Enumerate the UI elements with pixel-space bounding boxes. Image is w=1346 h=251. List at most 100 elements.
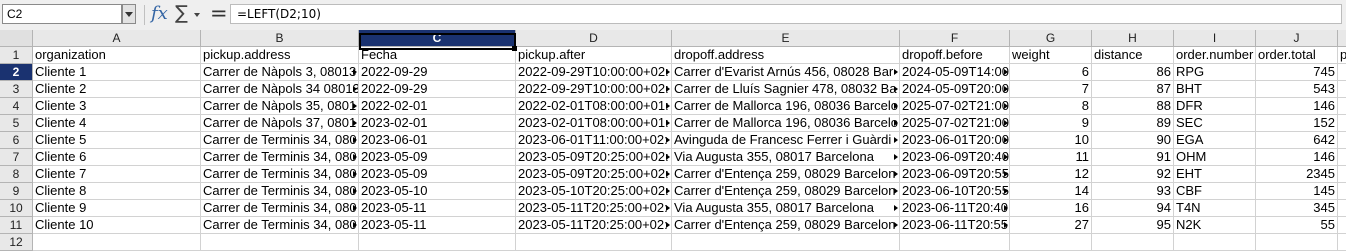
spreadsheet-cell[interactable]: Carrer de Mallorca 196, 08036 Barcelo (672, 115, 900, 132)
spreadsheet-cell[interactable]: 642 (1256, 132, 1338, 149)
spreadsheet-cell[interactable]: SEC (1174, 115, 1256, 132)
spreadsheet-cell[interactable] (1338, 98, 1346, 115)
spreadsheet-cell[interactable]: 14 (1010, 183, 1092, 200)
spreadsheet-cell[interactable]: Carrer d'Entença 259, 08029 Barcelon (672, 183, 900, 200)
spreadsheet-cell[interactable]: Cliente 4 (33, 115, 201, 132)
spreadsheet-cell[interactable]: 12 (1010, 166, 1092, 183)
spreadsheet-cell[interactable] (359, 234, 516, 251)
spreadsheet-cell[interactable]: Carrer de Mallorca 196, 08036 Barcelo (672, 98, 900, 115)
spreadsheet-cell[interactable]: Via Augusta 355, 08017 Barcelona (672, 200, 900, 217)
spreadsheet-cell[interactable]: Avinguda de Francesc Ferrer i Guàrdi (672, 132, 900, 149)
sum-icon[interactable]: ∑ (175, 2, 188, 24)
spreadsheet-cell[interactable]: Cliente 9 (33, 200, 201, 217)
spreadsheet-cell[interactable]: distance (1092, 47, 1174, 64)
spreadsheet-cell[interactable]: organization (33, 47, 201, 64)
column-header-d[interactable]: D (516, 30, 672, 47)
sum-dropdown-icon[interactable] (194, 13, 200, 17)
spreadsheet-cell[interactable]: 2023-06-01T11:00:00+02: (516, 132, 672, 149)
spreadsheet-cell[interactable]: 8 (1010, 98, 1092, 115)
spreadsheet-cell[interactable]: 2022-02-01T08:00:00+01: (516, 98, 672, 115)
spreadsheet-cell[interactable]: 2345 (1256, 166, 1338, 183)
spreadsheet-cell[interactable]: 2025-07-02T21:00 (900, 115, 1010, 132)
spreadsheet-cell[interactable]: 2023-06-09T20:55 (900, 166, 1010, 183)
spreadsheet-cell[interactable] (33, 234, 201, 251)
spreadsheet-cell[interactable]: DFR (1174, 98, 1256, 115)
spreadsheet-cell[interactable]: N2K (1174, 217, 1256, 234)
spreadsheet-cell[interactable]: dropoff.before (900, 47, 1010, 64)
spreadsheet-cell[interactable]: 16 (1010, 200, 1092, 217)
spreadsheet-cell[interactable]: 146 (1256, 149, 1338, 166)
select-all-corner[interactable] (0, 30, 33, 47)
row-header[interactable]: 8 (0, 166, 33, 183)
row-header[interactable]: 6 (0, 132, 33, 149)
spreadsheet-cell[interactable]: Carrer de Terminis 34, 080 (201, 200, 359, 217)
spreadsheet-cell[interactable]: 2023-05-09 (359, 166, 516, 183)
spreadsheet-cell[interactable]: 2024-05-09T14:00 (900, 64, 1010, 81)
spreadsheet-cell[interactable] (1338, 217, 1346, 234)
spreadsheet-cell[interactable]: 345 (1256, 200, 1338, 217)
spreadsheet-cell[interactable]: Carrer de Nàpols 37, 0801 (201, 115, 359, 132)
spreadsheet-cell[interactable]: 2022-09-29 (359, 64, 516, 81)
spreadsheet-cell[interactable]: 86 (1092, 64, 1174, 81)
spreadsheet-cell[interactable] (516, 234, 672, 251)
spreadsheet-cell[interactable]: 10 (1010, 132, 1092, 149)
spreadsheet-cell[interactable]: weight (1010, 47, 1092, 64)
spreadsheet-cell[interactable]: Cliente 8 (33, 183, 201, 200)
spreadsheet-cell[interactable]: Cliente 3 (33, 98, 201, 115)
spreadsheet-cell[interactable]: Carrer d'Entença 259, 08029 Barcelon (672, 217, 900, 234)
spreadsheet-cell[interactable]: 2023-05-09 (359, 149, 516, 166)
spreadsheet-cell[interactable]: Cliente 7 (33, 166, 201, 183)
spreadsheet-cell[interactable]: 9 (1010, 115, 1092, 132)
spreadsheet-cell[interactable] (1174, 234, 1256, 251)
spreadsheet-cell[interactable]: 91 (1092, 149, 1174, 166)
spreadsheet-cell[interactable]: 2022-09-29T10:00:00+02: (516, 81, 672, 98)
spreadsheet-cell[interactable]: Carrer de Nàpols 3, 08013 (201, 64, 359, 81)
spreadsheet-cell[interactable]: 93 (1092, 183, 1174, 200)
spreadsheet-cell[interactable]: 2023-02-01 (359, 115, 516, 132)
spreadsheet-cell[interactable]: Carrer d'Entença 259, 08029 Barcelon (672, 166, 900, 183)
spreadsheet-cell[interactable] (1338, 132, 1346, 149)
spreadsheet-cell[interactable]: 2023-06-11T20:55 (900, 217, 1010, 234)
spreadsheet-cell[interactable]: RPG (1174, 64, 1256, 81)
spreadsheet-cell[interactable]: Via Augusta 355, 08017 Barcelona (672, 149, 900, 166)
spreadsheet-cell[interactable]: 7 (1010, 81, 1092, 98)
row-header[interactable]: 9 (0, 183, 33, 200)
spreadsheet-cell[interactable]: 2023-05-09T20:25:00+02: (516, 149, 672, 166)
spreadsheet-cell[interactable]: 2023-05-11 (359, 217, 516, 234)
spreadsheet-cell[interactable]: 2023-05-11T20:25:00+02: (516, 200, 672, 217)
function-wizard-icon[interactable]: fx (151, 3, 168, 24)
spreadsheet-cell[interactable]: 2024-05-09T20:00 (900, 81, 1010, 98)
spreadsheet-cell[interactable]: 11 (1010, 149, 1092, 166)
spreadsheet-cell[interactable]: T4N (1174, 200, 1256, 217)
spreadsheet-cell[interactable]: 88 (1092, 98, 1174, 115)
spreadsheet-cell[interactable]: 2022-09-29T10:00:00+02: (516, 64, 672, 81)
spreadsheet-cell[interactable]: 2023-06-09T20:40 (900, 149, 1010, 166)
spreadsheet-cell[interactable]: 27 (1010, 217, 1092, 234)
spreadsheet-cell[interactable]: Carrer d'Evarist Arnús 456, 08028 Bar (672, 64, 900, 81)
spreadsheet-cell[interactable] (1338, 234, 1346, 251)
spreadsheet-cell[interactable]: Carrer de Terminis 34, 080 (201, 183, 359, 200)
spreadsheet-cell[interactable]: 2023-05-11T20:25:00+02: (516, 217, 672, 234)
spreadsheet-cell[interactable]: 2023-06-01 (359, 132, 516, 149)
spreadsheet-cell[interactable] (201, 234, 359, 251)
spreadsheet-cell[interactable]: 2023-05-10T20:25:00+02: (516, 183, 672, 200)
spreadsheet-cell[interactable]: CBF (1174, 183, 1256, 200)
spreadsheet-cell[interactable]: order.number (1174, 47, 1256, 64)
column-header-g[interactable]: G (1010, 30, 1092, 47)
spreadsheet-cell[interactable]: Carrer de Terminis 34, 080 (201, 149, 359, 166)
spreadsheet-cell[interactable]: Cliente 10 (33, 217, 201, 234)
row-header[interactable]: 5 (0, 115, 33, 132)
spreadsheet-cell[interactable]: EHT (1174, 166, 1256, 183)
formula-input[interactable]: =LEFT(D2;10) (230, 4, 1342, 24)
column-header-c[interactable]: C (359, 30, 516, 47)
column-header-a[interactable]: A (33, 30, 201, 47)
spreadsheet-cell[interactable]: 89 (1092, 115, 1174, 132)
spreadsheet-cell[interactable]: 2023-06-01T20:00 (900, 132, 1010, 149)
spreadsheet-cell[interactable]: BHT (1174, 81, 1256, 98)
row-header[interactable]: 10 (0, 200, 33, 217)
spreadsheet-cell[interactable] (1338, 115, 1346, 132)
spreadsheet-cell[interactable]: 2022-09-29 (359, 81, 516, 98)
spreadsheet-cell[interactable]: pickup.after (516, 47, 672, 64)
row-header[interactable]: 2 (0, 64, 33, 81)
column-header-i[interactable]: I (1174, 30, 1256, 47)
